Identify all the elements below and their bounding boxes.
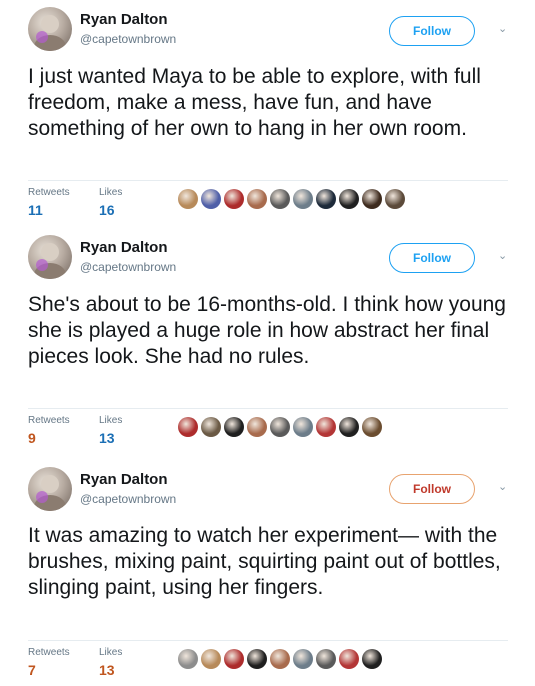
liker-avatar[interactable] bbox=[362, 649, 382, 669]
liker-avatar[interactable] bbox=[178, 417, 198, 437]
retweets-count: 9 bbox=[28, 430, 36, 446]
liker-avatar[interactable] bbox=[339, 417, 359, 437]
liker-avatar[interactable] bbox=[362, 189, 382, 209]
author-handle[interactable]: @capetownbrown bbox=[80, 260, 176, 274]
liker-avatar[interactable] bbox=[224, 417, 244, 437]
author-name[interactable]: Ryan Dalton bbox=[80, 11, 168, 28]
liker-avatar[interactable] bbox=[201, 189, 221, 209]
liker-avatar[interactable] bbox=[362, 417, 382, 437]
liker-avatar[interactable] bbox=[293, 649, 313, 669]
liker-avatar[interactable] bbox=[201, 417, 221, 437]
follow-button[interactable]: Follow bbox=[389, 16, 475, 46]
avatar-image bbox=[34, 243, 66, 279]
chevron-down-icon[interactable]: ⌄ bbox=[498, 249, 507, 262]
liker-avatar[interactable] bbox=[178, 189, 198, 209]
retweets-stat[interactable]: Retweets 9 bbox=[28, 415, 70, 446]
author-handle[interactable]: @capetownbrown bbox=[80, 32, 176, 46]
avatar[interactable] bbox=[28, 235, 72, 279]
likes-count: 13 bbox=[99, 430, 115, 446]
retweets-label: Retweets bbox=[28, 187, 70, 198]
author-name[interactable]: Ryan Dalton bbox=[80, 471, 168, 488]
avatar[interactable] bbox=[28, 7, 72, 51]
liker-avatars bbox=[178, 189, 405, 209]
retweets-label: Retweets bbox=[28, 415, 70, 426]
likes-count: 13 bbox=[99, 662, 115, 678]
retweets-stat[interactable]: Retweets 11 bbox=[28, 187, 70, 218]
tweet-stats: Retweets 11 Likes 16 bbox=[28, 180, 508, 225]
retweets-stat[interactable]: Retweets 7 bbox=[28, 647, 70, 678]
liker-avatar[interactable] bbox=[316, 189, 336, 209]
likes-label: Likes bbox=[99, 187, 123, 198]
liker-avatars bbox=[178, 649, 382, 669]
follow-button[interactable]: Follow bbox=[389, 243, 475, 273]
liker-avatar[interactable] bbox=[224, 649, 244, 669]
liker-avatars bbox=[178, 417, 382, 437]
liker-avatar[interactable] bbox=[293, 417, 313, 437]
tweet-text: It was amazing to watch her experiment— … bbox=[28, 524, 501, 599]
liker-avatar[interactable] bbox=[247, 649, 267, 669]
liker-avatar[interactable] bbox=[178, 649, 198, 669]
liker-avatar[interactable] bbox=[316, 649, 336, 669]
liker-avatar[interactable] bbox=[270, 189, 290, 209]
avatar-image bbox=[34, 15, 66, 51]
liker-avatar[interactable] bbox=[201, 649, 221, 669]
liker-avatar[interactable] bbox=[339, 189, 359, 209]
likes-stat[interactable]: Likes 13 bbox=[99, 647, 122, 678]
liker-avatar[interactable] bbox=[247, 417, 267, 437]
likes-label: Likes bbox=[99, 647, 123, 658]
liker-avatar[interactable] bbox=[339, 649, 359, 669]
liker-avatar[interactable] bbox=[270, 417, 290, 437]
tweet-text: I just wanted Maya to be able to explore… bbox=[28, 65, 481, 140]
retweets-label: Retweets bbox=[28, 647, 70, 658]
liker-avatar[interactable] bbox=[385, 189, 405, 209]
chevron-down-icon[interactable]: ⌄ bbox=[498, 480, 507, 493]
liker-avatar[interactable] bbox=[316, 417, 336, 437]
chevron-down-icon[interactable]: ⌄ bbox=[498, 22, 507, 35]
avatar[interactable] bbox=[28, 467, 72, 511]
likes-count: 16 bbox=[99, 202, 115, 218]
tweet-stats: Retweets 7 Likes 13 bbox=[28, 640, 508, 685]
liker-avatar[interactable] bbox=[270, 649, 290, 669]
avatar-image bbox=[34, 475, 66, 511]
liker-avatar[interactable] bbox=[293, 189, 313, 209]
tweet-stats: Retweets 9 Likes 13 bbox=[28, 408, 508, 453]
follow-button[interactable]: Follow bbox=[389, 474, 475, 504]
likes-stat[interactable]: Likes 13 bbox=[99, 415, 122, 446]
retweets-count: 11 bbox=[28, 202, 43, 218]
liker-avatar[interactable] bbox=[247, 189, 267, 209]
author-handle[interactable]: @capetownbrown bbox=[80, 492, 176, 506]
likes-label: Likes bbox=[99, 415, 123, 426]
likes-stat[interactable]: Likes 16 bbox=[99, 187, 122, 218]
author-name[interactable]: Ryan Dalton bbox=[80, 239, 168, 256]
tweet-text: She's about to be 16-months-old. I think… bbox=[28, 293, 506, 368]
liker-avatar[interactable] bbox=[224, 189, 244, 209]
retweets-count: 7 bbox=[28, 662, 36, 678]
